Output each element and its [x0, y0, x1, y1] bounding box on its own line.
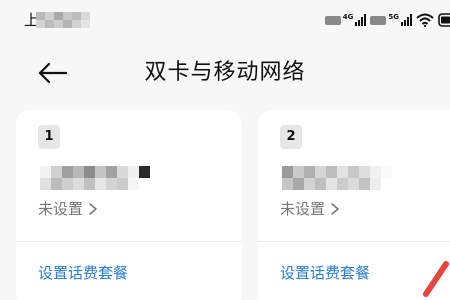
screen: 上 4G 5G 双卡与移动网络 1 未设置 设置话费套餐 2 未设置 设置话费套…	[0, 0, 450, 300]
sim-slot-badge: 1	[38, 125, 60, 149]
sim-status-label: 未设置	[38, 200, 84, 218]
pen-mark-icon	[423, 261, 449, 297]
divider	[258, 241, 450, 242]
set-plan-link[interactable]: 设置话费套餐	[38, 262, 128, 284]
set-plan-link[interactable]: 设置话费套餐	[280, 262, 370, 284]
chevron-right-icon	[89, 203, 97, 215]
sim-card-1[interactable]: 1 未设置 设置话费套餐	[16, 110, 242, 300]
redacted-phone-number	[282, 166, 392, 190]
redacted-time	[36, 12, 90, 28]
sim2-signal-icon: 5G	[370, 13, 412, 26]
sim1-signal-icon: 4G	[324, 13, 367, 26]
status-bar: 上 4G 5G	[0, 0, 450, 40]
divider	[16, 241, 242, 242]
page-title: 双卡与移动网络	[144, 60, 306, 85]
redacted-phone-number	[40, 166, 150, 190]
status-icons: 4G 5G	[324, 10, 450, 30]
wifi-icon	[416, 13, 434, 27]
chevron-right-icon	[331, 203, 339, 215]
sim-status[interactable]: 未设置	[280, 198, 341, 220]
sim-status[interactable]: 未设置	[38, 198, 99, 220]
sim-status-label: 未设置	[280, 200, 326, 218]
sim-slot-badge: 2	[280, 125, 302, 149]
battery-icon	[438, 13, 450, 27]
